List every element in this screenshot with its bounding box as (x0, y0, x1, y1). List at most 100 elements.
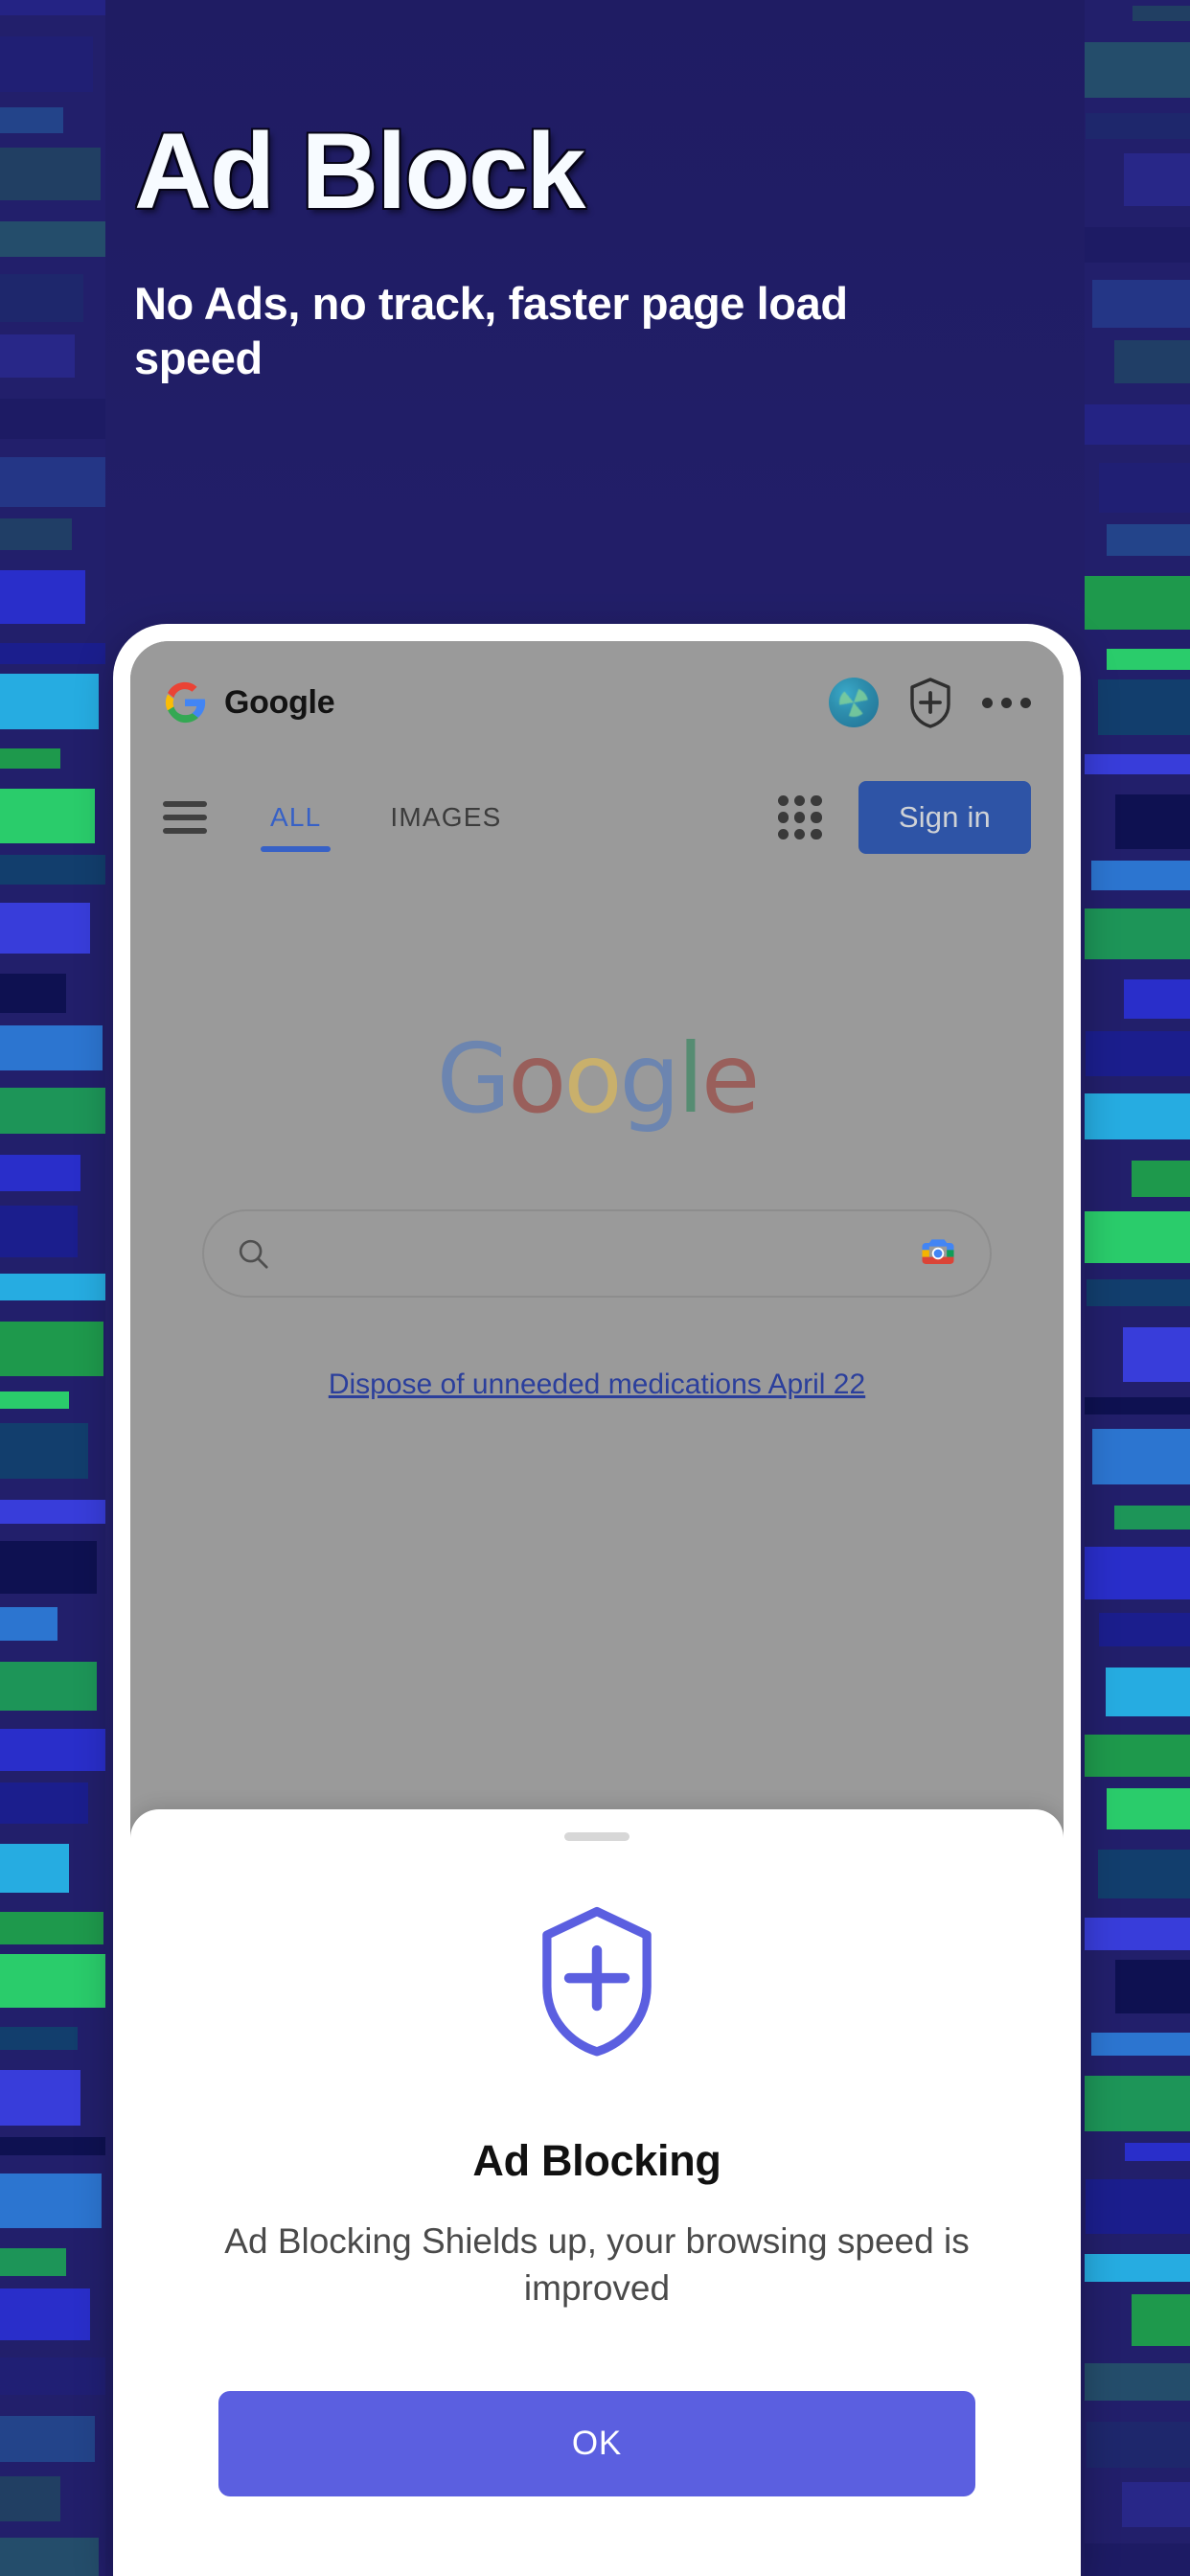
google-letter-g1: G (436, 1023, 511, 1135)
background-stripe (1106, 1668, 1190, 1716)
background-stripe (0, 2174, 102, 2228)
sheet-title: Ad Blocking (472, 2136, 721, 2185)
background-stripe (0, 974, 66, 1013)
hero-section: Ad Block No Ads, no track, faster page l… (0, 0, 1190, 386)
background-stripe (1078, 2543, 1190, 2576)
background-stripe (0, 1500, 110, 1524)
background-stripe (1099, 463, 1190, 513)
background-stripe (0, 789, 95, 843)
background-stripe (0, 518, 72, 550)
google-letter-g2: g (619, 1023, 681, 1135)
background-stripe (0, 1274, 107, 1300)
background-stripe (1107, 524, 1190, 556)
shield-plus-icon[interactable] (905, 676, 955, 729)
background-stripe (0, 2137, 108, 2155)
hamburger-menu-icon[interactable] (163, 794, 207, 841)
page-title: Ad Block (134, 111, 585, 231)
search-bar[interactable] (202, 1209, 992, 1298)
background-stripe (1082, 1093, 1190, 1139)
ad-blocking-bottom-sheet: Ad Blocking Ad Blocking Shields up, your… (130, 1809, 1064, 2576)
background-stripe (1075, 1735, 1190, 1777)
background-stripe (1082, 2254, 1190, 2282)
background-stripe (1099, 1613, 1190, 1646)
background-stripe (0, 1729, 110, 1771)
background-stripe (1132, 2294, 1190, 2346)
background-stripe (0, 457, 105, 507)
background-stripe (0, 1025, 103, 1070)
background-stripe (1115, 794, 1190, 849)
tab-all[interactable]: ALL (261, 764, 332, 871)
background-stripe (0, 2027, 78, 2050)
apps-grid-icon[interactable] (777, 795, 822, 840)
overflow-menu-icon[interactable] (982, 697, 1031, 708)
promo-link[interactable]: Dispose of unneeded medications April 22 (130, 1368, 1064, 1401)
background-stripe (0, 1782, 88, 1824)
background-stripe (0, 2288, 90, 2340)
background-stripe (1086, 1031, 1190, 1076)
background-stripe (0, 570, 85, 624)
background-stripe (1122, 2482, 1190, 2527)
background-stripe (1123, 1327, 1190, 1382)
background-stripe (0, 903, 90, 954)
background-stripe (1092, 1429, 1190, 1484)
background-stripe (1076, 404, 1190, 445)
background-stripe (0, 2416, 95, 2462)
background-stripe (1115, 1960, 1190, 2013)
phone-mockup: Google ALL IMAGES Sign in Google Dispose… (113, 624, 1081, 2576)
search-input[interactable] (271, 1237, 917, 1270)
background-stripe (0, 2248, 66, 2276)
sheet-description: Ad Blocking Shields up, your browsing sp… (224, 2221, 970, 2308)
browser-topbar: Google (130, 641, 1064, 764)
phone-screen: Google ALL IMAGES Sign in Google Dispose… (130, 641, 1064, 2576)
tab-images[interactable]: IMAGES (380, 764, 511, 871)
background-stripe (1087, 1279, 1190, 1306)
google-wordmark: Google (130, 1023, 1064, 1135)
background-stripe (1107, 1788, 1190, 1829)
browser-site-name: Google (224, 683, 335, 721)
background-stripe (1078, 908, 1190, 959)
background-stripe (0, 1155, 80, 1191)
background-stripe (1107, 649, 1190, 670)
google-letter-l: l (677, 1023, 704, 1135)
ok-button[interactable]: OK (218, 2390, 975, 2496)
background-stripe (0, 2070, 80, 2126)
background-stripe (1081, 2363, 1190, 2401)
google-lens-icon[interactable] (917, 1232, 959, 1275)
background-stripe (1075, 576, 1190, 630)
background-stripe (0, 1423, 88, 1479)
background-stripe (0, 855, 110, 885)
background-stripe (1125, 2143, 1190, 2161)
background-stripe (0, 1206, 78, 1257)
background-stripe (0, 1844, 69, 1893)
browser-refresh-icon[interactable] (829, 678, 879, 727)
sheet-grabber-handle[interactable] (564, 1832, 629, 1841)
google-letter-e: e (700, 1023, 761, 1135)
background-stripe (0, 1392, 69, 1409)
background-stripe (1086, 2179, 1190, 2234)
google-letter-o2: o (563, 1023, 622, 1135)
background-stripe (0, 1322, 103, 1376)
background-stripe (1087, 2422, 1190, 2468)
background-stripe (0, 1662, 97, 1711)
background-stripe (1076, 1547, 1190, 1599)
background-stripe (0, 748, 60, 769)
background-stripe (0, 2476, 60, 2521)
sign-in-button[interactable]: Sign in (858, 781, 1031, 854)
browser-topbar-icons (829, 676, 1031, 729)
shield-plus-icon (130, 1900, 1064, 2061)
google-letter-o1: o (508, 1023, 566, 1135)
background-stripe (1114, 1506, 1190, 1530)
google-g-icon (163, 680, 207, 724)
background-stripe (0, 1954, 107, 2008)
background-stripe (1091, 861, 1190, 890)
background-stripe (1091, 2033, 1190, 2056)
background-stripe (0, 2538, 99, 2576)
search-icon (235, 1235, 271, 1272)
background-stripe (1098, 679, 1190, 735)
background-stripe (0, 1607, 57, 1641)
background-stripe (1132, 1161, 1190, 1197)
background-stripe (1076, 754, 1190, 774)
background-stripe (1098, 1850, 1190, 1898)
browser-tab-row: ALL IMAGES Sign in (130, 764, 1064, 871)
background-stripe (0, 1088, 108, 1134)
